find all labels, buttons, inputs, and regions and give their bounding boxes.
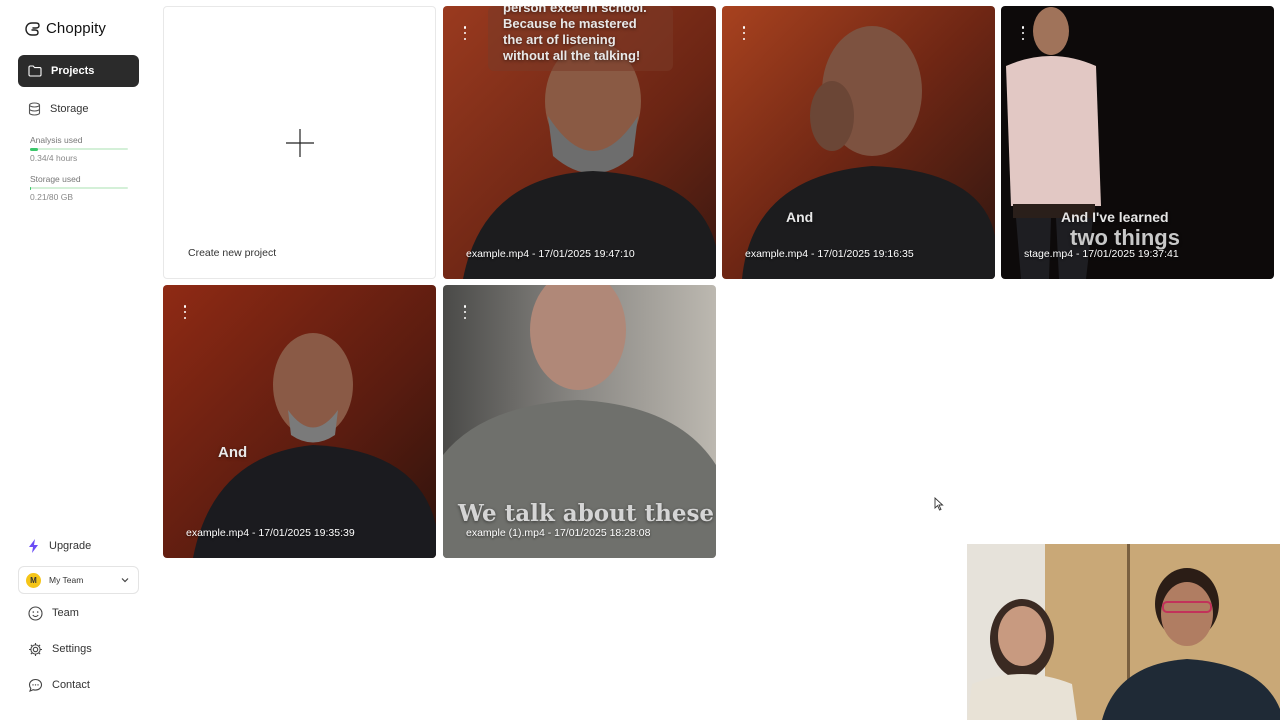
smiley-icon (28, 605, 43, 621)
project-menu-button[interactable] (1020, 26, 1026, 40)
lightning-icon (29, 539, 38, 553)
storage-usage-fill (30, 186, 32, 190)
project-menu-button[interactable] (182, 305, 188, 319)
nav-team-label: Team (52, 607, 79, 619)
storage-usage-value: 0.21/80 GB (30, 192, 74, 202)
analysis-usage: Analysis used 0.34/4 hours (30, 135, 128, 163)
nav-team[interactable]: Team (18, 597, 139, 629)
nav-contact[interactable]: Contact (18, 669, 139, 701)
app-logo[interactable]: Choppity (24, 20, 106, 37)
project-card[interactable]: And example.mp4 - 17/01/2025 19:16:35 (722, 6, 995, 279)
upgrade-button[interactable]: Upgrade (18, 530, 139, 562)
project-card[interactable]: And example.mp4 - 17/01/2025 19:35:39 (163, 285, 436, 558)
project-card[interactable]: We talk about these example (1).mp4 - 17… (443, 285, 716, 558)
chevron-down-icon (121, 578, 129, 583)
chat-bubble-icon (28, 678, 43, 692)
project-label: example (1).mp4 - 17/01/2025 18:28:08 (466, 527, 651, 539)
project-card[interactable]: person excel in school. Because he maste… (443, 6, 716, 279)
create-project-card[interactable]: Create new project (163, 6, 436, 279)
storage-usage-bar (30, 186, 128, 190)
video-caption: And (786, 209, 814, 225)
video-caption: We talk about these (458, 500, 715, 527)
project-card[interactable]: And I've learned two things stage.mp4 - … (1001, 6, 1274, 279)
plus-icon (286, 129, 314, 157)
analysis-usage-value: 0.34/4 hours (30, 153, 78, 163)
video-thumbnail (163, 285, 436, 558)
nav-contact-label: Contact (52, 679, 90, 691)
create-project-label: Create new project (188, 247, 277, 259)
video-thumbnail (722, 6, 995, 279)
nav-settings[interactable]: Settings (18, 633, 139, 665)
storage-usage-label: Storage used (30, 174, 81, 184)
team-select-value: My Team (49, 575, 84, 585)
project-menu-button[interactable] (462, 26, 468, 40)
upgrade-label: Upgrade (49, 540, 92, 552)
choppity-logo-icon (25, 21, 40, 36)
database-icon (28, 102, 41, 116)
project-label: example.mp4 - 17/01/2025 19:47:10 (466, 248, 635, 260)
video-caption: And I've learned (1061, 209, 1169, 225)
webcam-feed-image (967, 544, 1280, 720)
video-caption: person excel in school. Because he maste… (503, 6, 647, 63)
project-label: stage.mp4 - 17/01/2025 19:37:41 (1024, 248, 1179, 260)
team-avatar: M (26, 572, 41, 588)
app-name: Choppity (46, 20, 107, 37)
sidebar: Choppity Projects Storage Analysis used … (0, 0, 156, 720)
mouse-cursor-icon (934, 497, 944, 511)
nav-projects[interactable]: Projects (18, 55, 139, 87)
webcam-overlay (967, 544, 1280, 720)
storage-usage: Storage used 0.21/80 GB (30, 174, 128, 202)
folder-icon (28, 65, 42, 77)
nav-projects-label: Projects (51, 65, 95, 77)
analysis-usage-label: Analysis used (30, 135, 83, 145)
nav-settings-label: Settings (52, 643, 92, 655)
project-label: example.mp4 - 17/01/2025 19:35:39 (186, 527, 355, 539)
nav-storage-label: Storage (50, 103, 89, 115)
gear-icon (29, 642, 42, 656)
nav-storage[interactable]: Storage (18, 93, 139, 125)
team-select[interactable]: M My Team (18, 566, 139, 594)
analysis-usage-fill (30, 147, 39, 151)
video-caption: And (218, 444, 248, 461)
project-menu-button[interactable] (741, 26, 747, 40)
project-menu-button[interactable] (462, 305, 468, 319)
analysis-usage-bar (30, 147, 128, 151)
project-label: example.mp4 - 17/01/2025 19:16:35 (745, 248, 914, 260)
